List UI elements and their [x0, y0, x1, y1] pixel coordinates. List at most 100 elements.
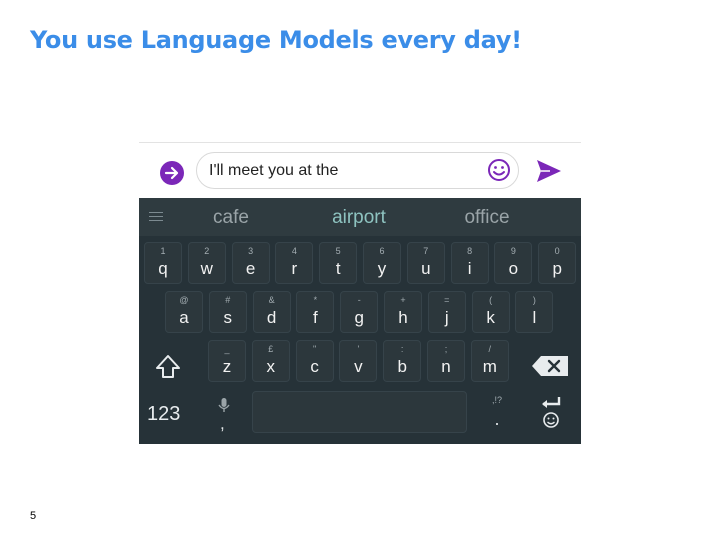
- key-v[interactable]: ' v: [339, 340, 378, 382]
- key-r[interactable]: 4r: [275, 242, 314, 284]
- key-a[interactable]: @ a: [165, 291, 203, 333]
- key-label: b: [397, 357, 407, 376]
- key-o[interactable]: 9o: [494, 242, 533, 284]
- key-hint: 5: [335, 246, 341, 256]
- key-hint: ): [532, 295, 536, 305]
- key-label: y: [377, 259, 387, 278]
- key-hint: ": [312, 344, 317, 354]
- key-label: s: [223, 308, 233, 327]
- key-g[interactable]: -g: [340, 291, 379, 333]
- arrow-right-circle-icon[interactable]: [160, 161, 184, 185]
- emoji-smiley-icon: [543, 412, 559, 428]
- page-number: 5: [30, 510, 37, 522]
- key-l[interactable]: ) l: [515, 291, 554, 333]
- comma-key[interactable]: ,: [211, 392, 237, 438]
- send-icon[interactable]: [535, 158, 563, 184]
- key-label: v: [354, 357, 363, 376]
- key-x[interactable]: £ x: [251, 340, 290, 382]
- key-label: l: [532, 308, 537, 327]
- period-hint: ,!?: [491, 395, 502, 405]
- key-z[interactable]: _ z: [208, 340, 246, 382]
- key-label: r: [291, 259, 298, 278]
- key-hint: _: [224, 344, 230, 354]
- key-label: z: [222, 357, 232, 376]
- slide-title: You use Language Models every day!: [30, 26, 522, 54]
- key-k[interactable]: (k: [471, 291, 510, 333]
- key-hint: ;: [444, 344, 448, 354]
- key-n[interactable]: ; n: [427, 340, 465, 382]
- key-label: p: [552, 259, 562, 278]
- compose-bar: I'll meet you at the: [139, 143, 581, 199]
- enter-icon[interactable]: [535, 391, 569, 433]
- arrow-right-icon: [164, 166, 179, 180]
- key-label: c: [310, 357, 319, 376]
- key-hint: (: [489, 295, 493, 305]
- suggestion-right[interactable]: office: [454, 207, 520, 229]
- key-w[interactable]: 2w: [187, 242, 226, 284]
- message-input[interactable]: I'll meet you at the: [196, 152, 519, 189]
- key-label: w: [200, 259, 213, 278]
- key-hint: #: [225, 295, 231, 305]
- key-label: u: [421, 259, 431, 278]
- key-p[interactable]: 0p: [538, 242, 577, 284]
- key-hint: 4: [291, 246, 297, 256]
- key-label: f: [313, 308, 318, 327]
- key-hint: :: [400, 344, 404, 354]
- key-label: d: [266, 308, 277, 327]
- key-label: m: [482, 357, 497, 376]
- key-label: h: [398, 308, 408, 327]
- smiley-icon[interactable]: [486, 157, 512, 183]
- key-hint: 2: [204, 246, 210, 256]
- key-e[interactable]: 3e: [231, 242, 270, 284]
- key-hint: 0: [554, 246, 560, 256]
- key-c[interactable]: " c: [295, 340, 334, 382]
- microphone-icon: [218, 398, 230, 412]
- period-key[interactable]: ,!? .: [479, 391, 515, 433]
- key-h[interactable]: + h: [384, 291, 422, 333]
- suggestion-bar: cafe airport office: [139, 198, 581, 236]
- key-y[interactable]: 6y: [363, 242, 401, 284]
- space-key[interactable]: [252, 391, 467, 433]
- key-label: g: [354, 308, 364, 327]
- key-u[interactable]: 7u: [406, 242, 445, 284]
- key-hint: -: [357, 295, 361, 305]
- phone-screenshot: I'll meet you at the cafe airport office…: [139, 142, 581, 444]
- key-hint: ': [357, 344, 360, 354]
- key-label: n: [441, 357, 451, 376]
- key-hint: &: [268, 295, 275, 305]
- key-j[interactable]: = j: [427, 291, 466, 333]
- key-d[interactable]: & d: [252, 291, 291, 333]
- backspace-icon[interactable]: [531, 353, 571, 379]
- period-label: .: [494, 409, 500, 429]
- key-label: a: [179, 308, 189, 327]
- key-f[interactable]: * f: [296, 291, 335, 333]
- key-hint: 9: [510, 246, 516, 256]
- key-t[interactable]: 5t: [319, 242, 358, 284]
- key-hint: 8: [467, 246, 473, 256]
- suggestion-left[interactable]: cafe: [201, 207, 261, 229]
- key-m[interactable]: / m: [470, 340, 509, 382]
- key-label: j: [444, 308, 449, 327]
- suggestion-center[interactable]: airport: [319, 207, 399, 229]
- key-hint: /: [488, 344, 492, 354]
- key-hint: 1: [160, 246, 166, 256]
- comma-label: ,: [220, 414, 225, 433]
- key-label: k: [486, 308, 495, 327]
- key-hint: 3: [248, 246, 254, 256]
- key-hint: 7: [423, 246, 429, 256]
- message-text: I'll meet you at the: [209, 162, 339, 179]
- numbers-key[interactable]: 123: [147, 398, 193, 430]
- key-q[interactable]: 1q: [144, 242, 182, 284]
- key-label: t: [335, 259, 341, 278]
- key-s[interactable]: # s: [208, 291, 247, 333]
- key-hint: £: [268, 344, 274, 354]
- key-hint: @: [179, 295, 189, 305]
- key-hint: +: [400, 295, 406, 305]
- key-label: q: [158, 259, 168, 278]
- key-i[interactable]: 8i: [450, 242, 489, 284]
- hamburger-menu-icon[interactable]: [149, 212, 163, 222]
- key-label: e: [245, 259, 256, 278]
- key-b[interactable]: :b: [383, 340, 422, 382]
- shift-arrow-icon[interactable]: [147, 347, 189, 387]
- key-label: o: [508, 259, 519, 278]
